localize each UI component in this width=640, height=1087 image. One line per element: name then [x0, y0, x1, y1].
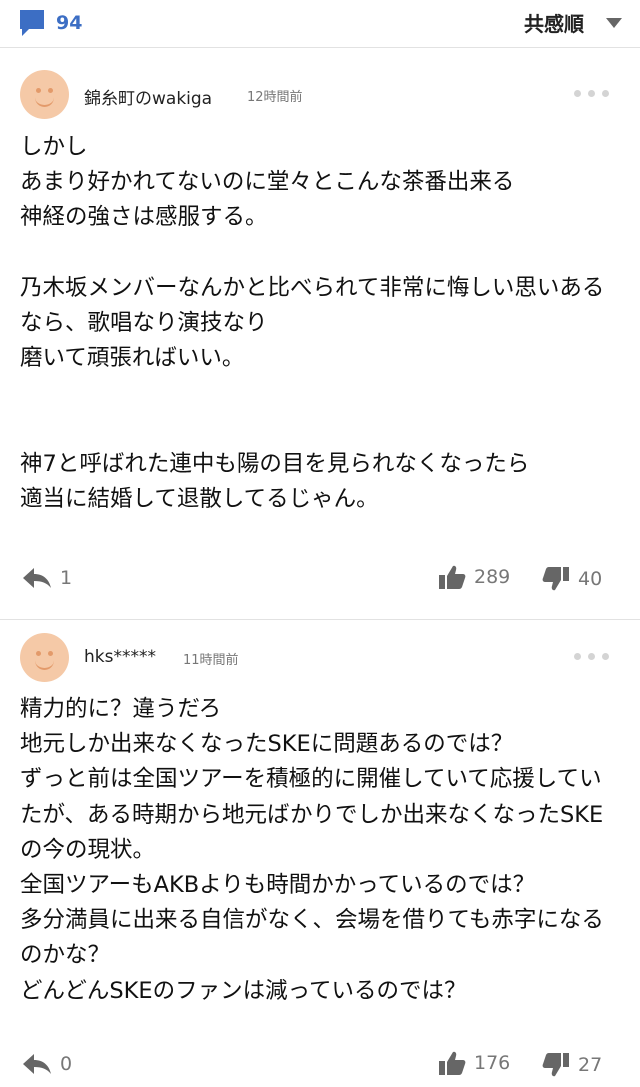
- thumbs-up-icon: [439, 1051, 466, 1075]
- reply-count: 0: [60, 1053, 73, 1075]
- dislike-count: 40: [578, 568, 603, 590]
- avatar[interactable]: [20, 633, 69, 682]
- reply-count: 1: [60, 567, 73, 589]
- more-options-icon[interactable]: [574, 90, 609, 97]
- comment-timestamp: 11時間前: [183, 653, 239, 668]
- reply-button[interactable]: 0: [22, 1052, 72, 1076]
- like-count: 176: [474, 1052, 511, 1074]
- sort-dropdown[interactable]: 共感順: [524, 8, 622, 37]
- comment-username[interactable]: 錦糸町のwakiga: [84, 84, 212, 109]
- dislike-button[interactable]: 27: [542, 1052, 602, 1078]
- thumbs-up-icon: [439, 565, 466, 589]
- comment-text: 精力的に？違うだろ 地元しか出来なくなったSKEに問題あるのでは？ ずっと前は全…: [20, 696, 604, 1004]
- reply-arrow-icon: [23, 568, 51, 588]
- dislike-count: 27: [578, 1054, 603, 1076]
- reply-arrow-icon: [23, 1054, 51, 1074]
- reply-button[interactable]: 1: [22, 566, 72, 590]
- comments-header: 94 共感順: [0, 0, 640, 48]
- comment-text: しかし あまり好かれてないのに堂々とこんな茶番出来る 神経の強さは感服する。 乃…: [20, 134, 605, 513]
- like-button[interactable]: 176: [438, 1050, 510, 1076]
- speech-bubble-icon: [20, 10, 44, 36]
- avatar[interactable]: [20, 70, 69, 119]
- dislike-button[interactable]: 40: [542, 566, 602, 592]
- like-count: 289: [474, 566, 511, 588]
- comment-count-value: 94: [56, 12, 83, 34]
- chevron-down-icon: [606, 17, 622, 28]
- comment-timestamp: 12時間前: [247, 90, 303, 105]
- sort-label: 共感順: [524, 12, 584, 36]
- divider: [0, 619, 640, 620]
- like-button[interactable]: 289: [438, 564, 510, 590]
- comment-count: 94: [18, 8, 82, 38]
- thumbs-down-icon: [542, 567, 569, 591]
- comment-username[interactable]: hks*****: [84, 647, 156, 667]
- more-options-icon[interactable]: [574, 653, 609, 660]
- thumbs-down-icon: [542, 1053, 569, 1077]
